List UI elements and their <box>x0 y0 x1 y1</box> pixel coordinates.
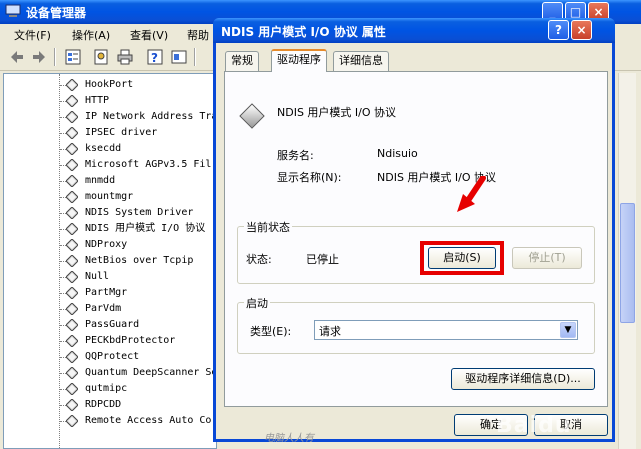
driver-diamond-icon <box>66 95 78 107</box>
tree-item-label: RDPCDD <box>85 399 122 410</box>
status-value: 已停止 <box>306 253 339 266</box>
device-manager-title: 设备管理器 <box>26 6 87 20</box>
driver-diamond-icon <box>66 383 78 395</box>
startup-group-title: 启动 <box>244 295 270 311</box>
forward-arrow-icon[interactable] <box>30 48 48 66</box>
tree-item-label: PassGuard <box>85 319 140 330</box>
chevron-down-icon[interactable]: ▼ <box>560 322 576 338</box>
author-watermark: 电脑人人有 <box>264 433 314 444</box>
driver-diamond-icon <box>66 191 78 203</box>
dialog-body: 常规 驱动程序 详细信息 NDIS 用户模式 I/O 协议 服务名: Ndisu… <box>213 43 615 444</box>
tree-item-label: mnmdd <box>85 175 116 186</box>
driver-diamond-icon <box>66 367 78 379</box>
properties-dialog: NDIS 用户模式 I/O 协议 属性 ? × 常规 驱动程序 详细信息 NDI… <box>213 18 615 444</box>
driver-diamond-icon <box>66 415 78 427</box>
driver-diamond-icon <box>66 319 78 331</box>
driver-diamond-icon <box>66 223 78 235</box>
print-icon[interactable] <box>116 48 134 66</box>
baidu-watermark-logo: Baidu <box>496 413 572 438</box>
driver-diamond-icon <box>66 79 78 91</box>
driver-diamond-icon <box>66 175 78 187</box>
driver-icon <box>239 103 265 129</box>
menu-action[interactable]: 操作(A) <box>72 27 110 43</box>
driver-diamond-icon <box>66 127 78 139</box>
tab-driver[interactable]: 驱动程序 <box>271 49 327 72</box>
svg-text:?: ? <box>151 51 158 65</box>
menu-view[interactable]: 查看(V) <box>130 27 168 43</box>
red-arrow-icon <box>457 176 486 212</box>
computer-icon <box>5 4 21 17</box>
driver-diamond-icon <box>66 351 78 363</box>
tree-item-label: NDIS 用户模式 I/O 协议 <box>85 223 206 234</box>
driver-diamond-icon <box>66 207 78 219</box>
driver-name: NDIS 用户模式 I/O 协议 <box>277 106 397 119</box>
driver-diamond-icon <box>66 287 78 299</box>
tree-item-label: HTTP <box>85 95 110 106</box>
driver-diamond-icon <box>66 239 78 251</box>
toolbar-separator <box>194 48 196 66</box>
tree-item-label: mountmgr <box>85 191 134 202</box>
tree-item-label: NDProxy <box>85 239 128 250</box>
menu-file[interactable]: 文件(F) <box>14 27 51 43</box>
driver-diamond-icon <box>66 335 78 347</box>
driver-details-button[interactable]: 驱动程序详细信息(D)... <box>451 368 595 390</box>
startup-type-select[interactable]: 请求 ▼ <box>314 320 578 340</box>
current-status-group-title: 当前状态 <box>244 219 292 235</box>
driver-diamond-icon <box>66 255 78 267</box>
stop-button[interactable]: 停止(T) <box>512 247 582 269</box>
tab-details[interactable]: 详细信息 <box>333 51 389 71</box>
tree-item-label: Null <box>85 271 110 282</box>
start-button[interactable]: 启动(S) <box>428 247 496 269</box>
back-arrow-icon[interactable] <box>8 48 26 66</box>
tree-item-label: IPSEC driver <box>85 127 158 138</box>
tree-item-label: NDIS System Driver <box>85 207 194 218</box>
tree-item-label: Remote Access Auto Co <box>85 415 212 426</box>
tree-item-label: IP Network Address Tra <box>85 111 217 122</box>
driver-diamond-icon <box>66 159 78 171</box>
driver-diamond-icon <box>66 303 78 315</box>
tree-item-label: Microsoft AGPv3.5 Fil <box>85 159 212 170</box>
type-label: 类型(E): <box>250 325 292 338</box>
service-name-value: Ndisuio <box>377 147 418 160</box>
driver-diamond-icon <box>66 271 78 283</box>
tree-item-label: PartMgr <box>85 287 128 298</box>
toolbar-separator <box>54 48 56 66</box>
status-label: 状态: <box>246 253 272 266</box>
dialog-titlebar: NDIS 用户模式 I/O 协议 属性 ? × <box>213 18 615 43</box>
driver-diamond-icon <box>66 111 78 123</box>
menu-help[interactable]: 帮助 <box>187 27 209 43</box>
startup-type-value: 请求 <box>319 325 341 338</box>
tree-item-label: qutmipc <box>85 383 128 394</box>
dialog-title: NDIS 用户模式 I/O 协议 属性 <box>221 25 386 39</box>
driver-diamond-icon <box>66 399 78 411</box>
vertical-scrollbar[interactable] <box>618 73 636 449</box>
display-name-label: 显示名称(N): <box>277 171 342 184</box>
tab-general[interactable]: 常规 <box>225 51 259 71</box>
console-icon[interactable] <box>170 48 188 66</box>
properties-icon[interactable] <box>92 48 110 66</box>
tree-view-icon[interactable] <box>64 48 82 66</box>
dialog-close-button[interactable]: × <box>571 20 592 40</box>
tree-item-label: QQProtect <box>85 351 140 362</box>
startup-group: 启动 类型(E): 请求 ▼ <box>237 295 595 354</box>
dialog-help-button[interactable]: ? <box>548 20 569 40</box>
service-name-label: 服务名: <box>277 149 314 162</box>
tree-item-label: ksecdd <box>85 143 122 154</box>
device-tree: HookPort HTTP IP Network Address Tra IPSEC … <box>3 73 217 449</box>
tree-item-label: ParVdm <box>85 303 122 314</box>
tree-item-label: HookPort <box>85 79 134 90</box>
driver-tab-panel: NDIS 用户模式 I/O 协议 服务名: Ndisuio 显示名称(N): N… <box>224 71 608 407</box>
help-icon[interactable]: ? <box>146 48 164 66</box>
tree-item-label: PECKbdProtector <box>85 335 176 346</box>
scrollbar-thumb[interactable] <box>620 203 635 323</box>
tree-item-label: Quantum DeepScanner Se <box>85 367 217 378</box>
current-status-group: 当前状态 状态: 已停止 启动(S) 停止(T) <box>237 219 595 284</box>
driver-diamond-icon <box>66 143 78 155</box>
tree-item-label: NetBios over Tcpip <box>85 255 194 266</box>
